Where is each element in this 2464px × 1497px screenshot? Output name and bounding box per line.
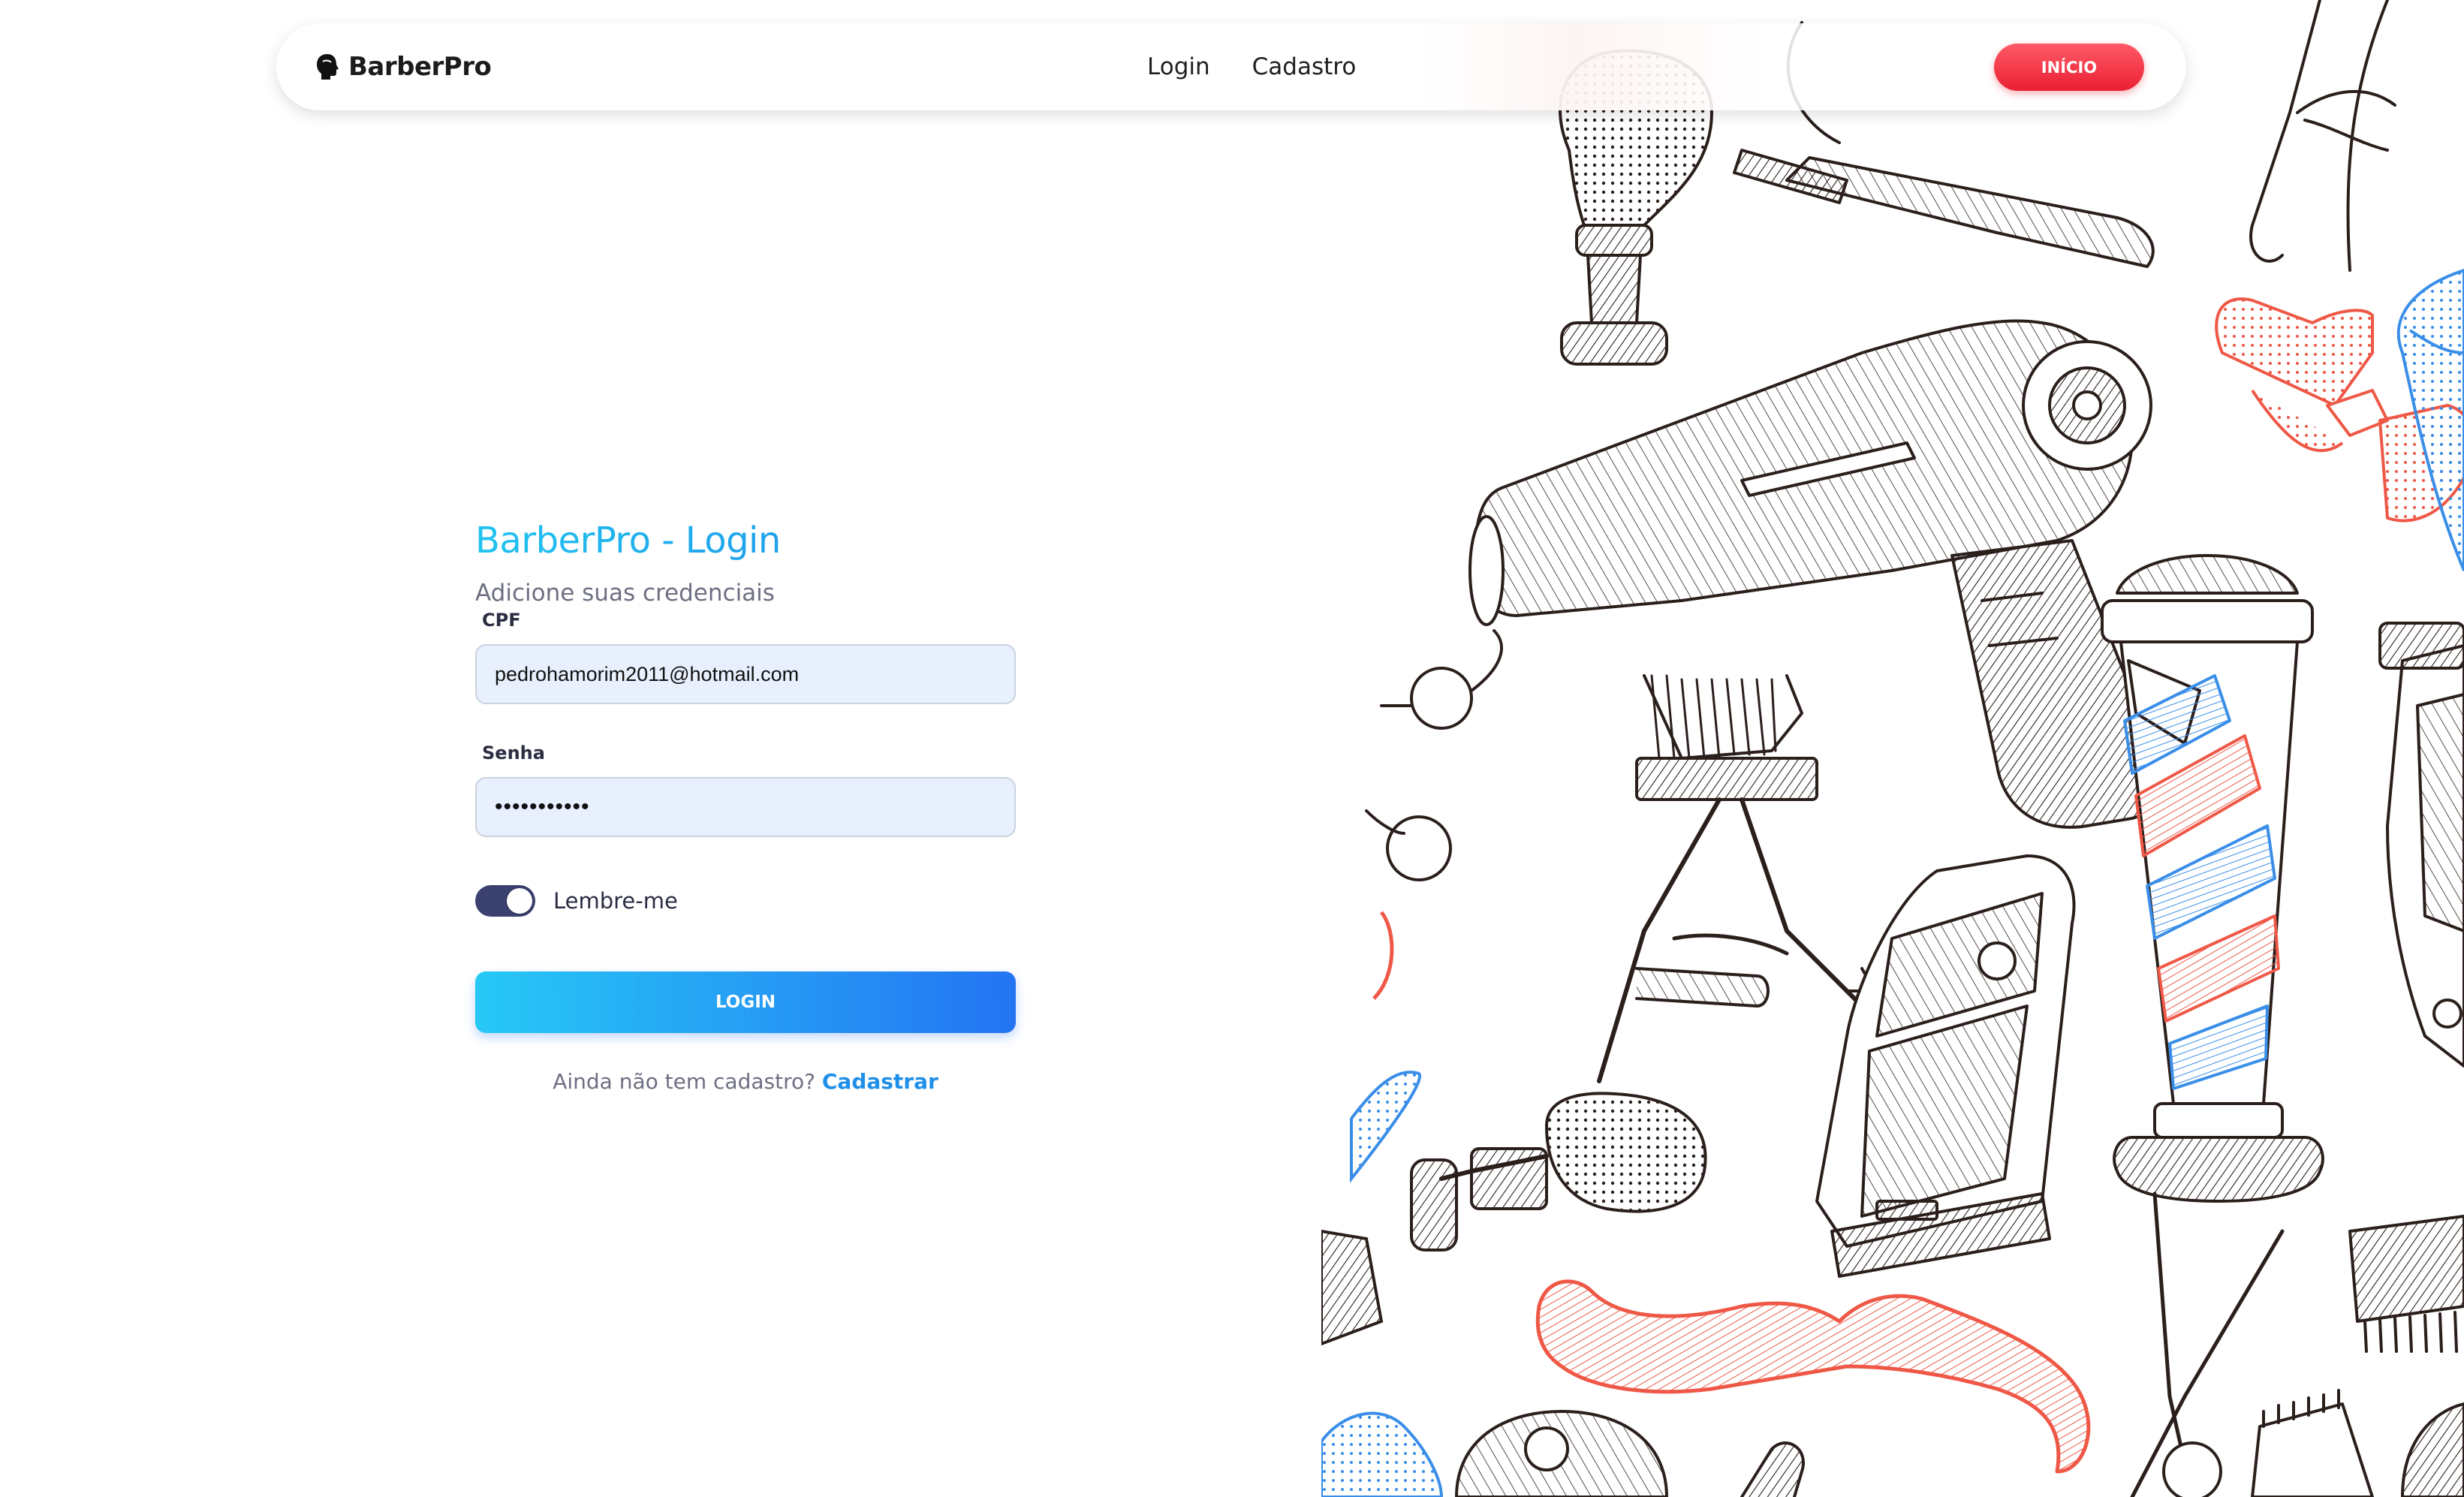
form-fields: CPF Senha Lembre-me LOGIN Ainda não tem … [475, 610, 1016, 1180]
signup-link[interactable]: Cadastrar [822, 1069, 938, 1094]
remember-me-label: Lembre-me [553, 888, 678, 914]
password-input[interactable] [475, 777, 1016, 837]
top-navbar: BarberPro Login Cadastro INÍCIO [276, 23, 2186, 110]
page-subtitle: Adicione suas credenciais [475, 580, 775, 607]
remember-me-row: Lembre-me [475, 884, 678, 917]
login-form: BarberPro - Login Adicione suas credenci… [475, 511, 1016, 1180]
inicio-button[interactable]: INÍCIO [1994, 44, 2144, 91]
nav-link-cadastro[interactable]: Cadastro [1252, 53, 1357, 80]
login-button[interactable]: LOGIN [475, 971, 1016, 1033]
nav-link-login[interactable]: Login [1147, 53, 1210, 80]
brand-logo[interactable]: BarberPro [314, 23, 492, 110]
signup-prompt: Ainda não tem cadastro? [553, 1069, 822, 1094]
page-title: BarberPro - Login [475, 511, 1016, 571]
remember-me-toggle[interactable] [475, 885, 535, 917]
barber-illustration-panel [1321, 0, 2464, 1497]
login-page: BarberPro Login Cadastro INÍCIO BarberPr… [0, 0, 2464, 1497]
signup-prompt-row: Ainda não tem cadastro? Cadastrar [475, 1069, 1016, 1094]
cpf-input[interactable] [475, 644, 1016, 704]
brand-name: BarberPro [348, 52, 492, 82]
barber-tools-illustration [1321, 0, 2464, 1497]
cpf-label: CPF [482, 610, 521, 631]
barber-head-icon [317, 54, 339, 80]
password-label: Senha [482, 742, 545, 764]
toggle-knob [507, 888, 532, 914]
nav-links: Login Cadastro [1147, 23, 1356, 110]
